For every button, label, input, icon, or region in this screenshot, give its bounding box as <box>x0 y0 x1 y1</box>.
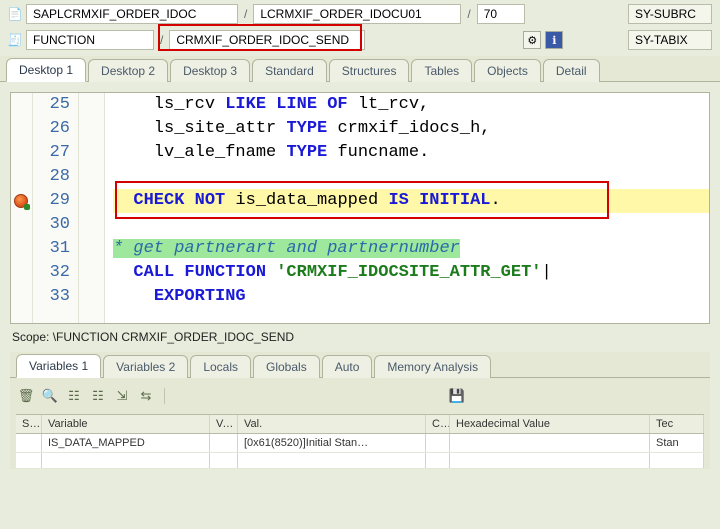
cell-var[interactable]: IS_DATA_MAPPED <box>42 434 210 452</box>
top-info-row-2: 🧾 FUNCTION / CRMXIF_ORDER_IDOC_SEND ⚙ ℹ … <box>0 28 720 56</box>
marker-gutter <box>79 93 105 323</box>
tab-locals[interactable]: Locals <box>190 355 251 378</box>
hier-icon[interactable]: ☷ <box>64 386 84 406</box>
variables-table[interactable]: S... Variable V... Val. C... Hexadecimal… <box>16 414 704 469</box>
line-field[interactable]: 70 <box>477 4 525 24</box>
inout-icon[interactable]: ⇆ <box>136 386 156 406</box>
col-te[interactable]: Tec <box>650 415 704 433</box>
hier2-icon[interactable]: ☷ <box>88 386 108 406</box>
col-v[interactable]: V... <box>210 415 238 433</box>
breakpoint-gutter[interactable] <box>11 93 33 323</box>
lookup-icon[interactable]: 🔍 <box>40 386 60 406</box>
highlight-module <box>158 24 362 51</box>
stack-icon: 🧾 <box>8 33 22 47</box>
gear-icon[interactable]: ⚙ <box>523 31 541 49</box>
sep: / <box>242 7 249 21</box>
tab-auto[interactable]: Auto <box>322 355 373 378</box>
include-field[interactable]: LCRMXIF_ORDER_IDOCU01 <box>253 4 461 24</box>
cell-hex[interactable] <box>450 434 650 452</box>
code-editor[interactable]: 252627282930313233 ls_rcv LIKE LINE OF l… <box>10 92 710 324</box>
cell-s <box>16 434 42 452</box>
col-val[interactable]: Val. <box>238 415 426 433</box>
tab-variables-2[interactable]: Variables 2 <box>103 355 188 378</box>
sy-tabix-label: SY-TABIX <box>628 30 712 50</box>
variables-header: S... Variable V... Val. C... Hexadecimal… <box>16 414 704 434</box>
debug-tabstrip: Variables 1 Variables 2 Locals Globals A… <box>10 352 710 378</box>
sep: / <box>465 7 472 21</box>
cell-v <box>210 434 238 452</box>
cell-te: Stan <box>650 434 704 452</box>
page-icon: 📄 <box>8 7 22 21</box>
tab-desktop-3[interactable]: Desktop 3 <box>170 59 250 82</box>
col-s[interactable]: S... <box>16 415 42 433</box>
tab-desktop-1[interactable]: Desktop 1 <box>6 58 86 82</box>
tab-memory-analysis[interactable]: Memory Analysis <box>374 355 491 378</box>
trash-icon[interactable]: 🗑 <box>16 386 36 406</box>
tab-structures[interactable]: Structures <box>329 59 410 82</box>
table-row[interactable] <box>16 453 704 469</box>
save-icon[interactable]: 💾 <box>447 386 467 406</box>
toolbar-sep <box>164 388 165 404</box>
tab-tables[interactable]: Tables <box>411 59 472 82</box>
tab-desktop-2[interactable]: Desktop 2 <box>88 59 168 82</box>
tab-standard[interactable]: Standard <box>252 59 327 82</box>
insert-icon[interactable]: ⇲ <box>112 386 132 406</box>
main-tabstrip: Desktop 1 Desktop 2 Desktop 3 Standard S… <box>0 56 720 82</box>
debug-toolbar: 🗑 🔍 ☷ ☷ ⇲ ⇆ 💾 <box>10 378 710 414</box>
program-field[interactable]: SAPLCRMXIF_ORDER_IDOC <box>26 4 238 24</box>
sy-subrc-label: SY-SUBRC <box>628 4 712 24</box>
breakpoint-icon[interactable] <box>14 194 28 208</box>
info-icon[interactable]: ℹ <box>545 31 563 49</box>
col-variable[interactable]: Variable <box>42 415 210 433</box>
cell-val[interactable]: [0x61(8520)]Initial Stan… <box>238 434 426 452</box>
linenum-gutter: 252627282930313233 <box>33 93 79 323</box>
col-hex[interactable]: Hexadecimal Value <box>450 415 650 433</box>
debug-panel: Variables 1 Variables 2 Locals Globals A… <box>10 352 710 469</box>
cell-c <box>426 434 450 452</box>
scope-bar: Scope: \FUNCTION CRMXIF_ORDER_IDOC_SEND <box>0 324 720 352</box>
col-c[interactable]: C... <box>426 415 450 433</box>
highlight-check-line <box>115 181 609 219</box>
tab-globals[interactable]: Globals <box>253 355 320 378</box>
table-row[interactable]: IS_DATA_MAPPED [0x61(8520)]Initial Stan…… <box>16 434 704 453</box>
tab-objects[interactable]: Objects <box>474 59 541 82</box>
tab-variables-1[interactable]: Variables 1 <box>16 354 101 378</box>
tab-detail[interactable]: Detail <box>543 59 600 82</box>
type-field[interactable]: FUNCTION <box>26 30 154 50</box>
